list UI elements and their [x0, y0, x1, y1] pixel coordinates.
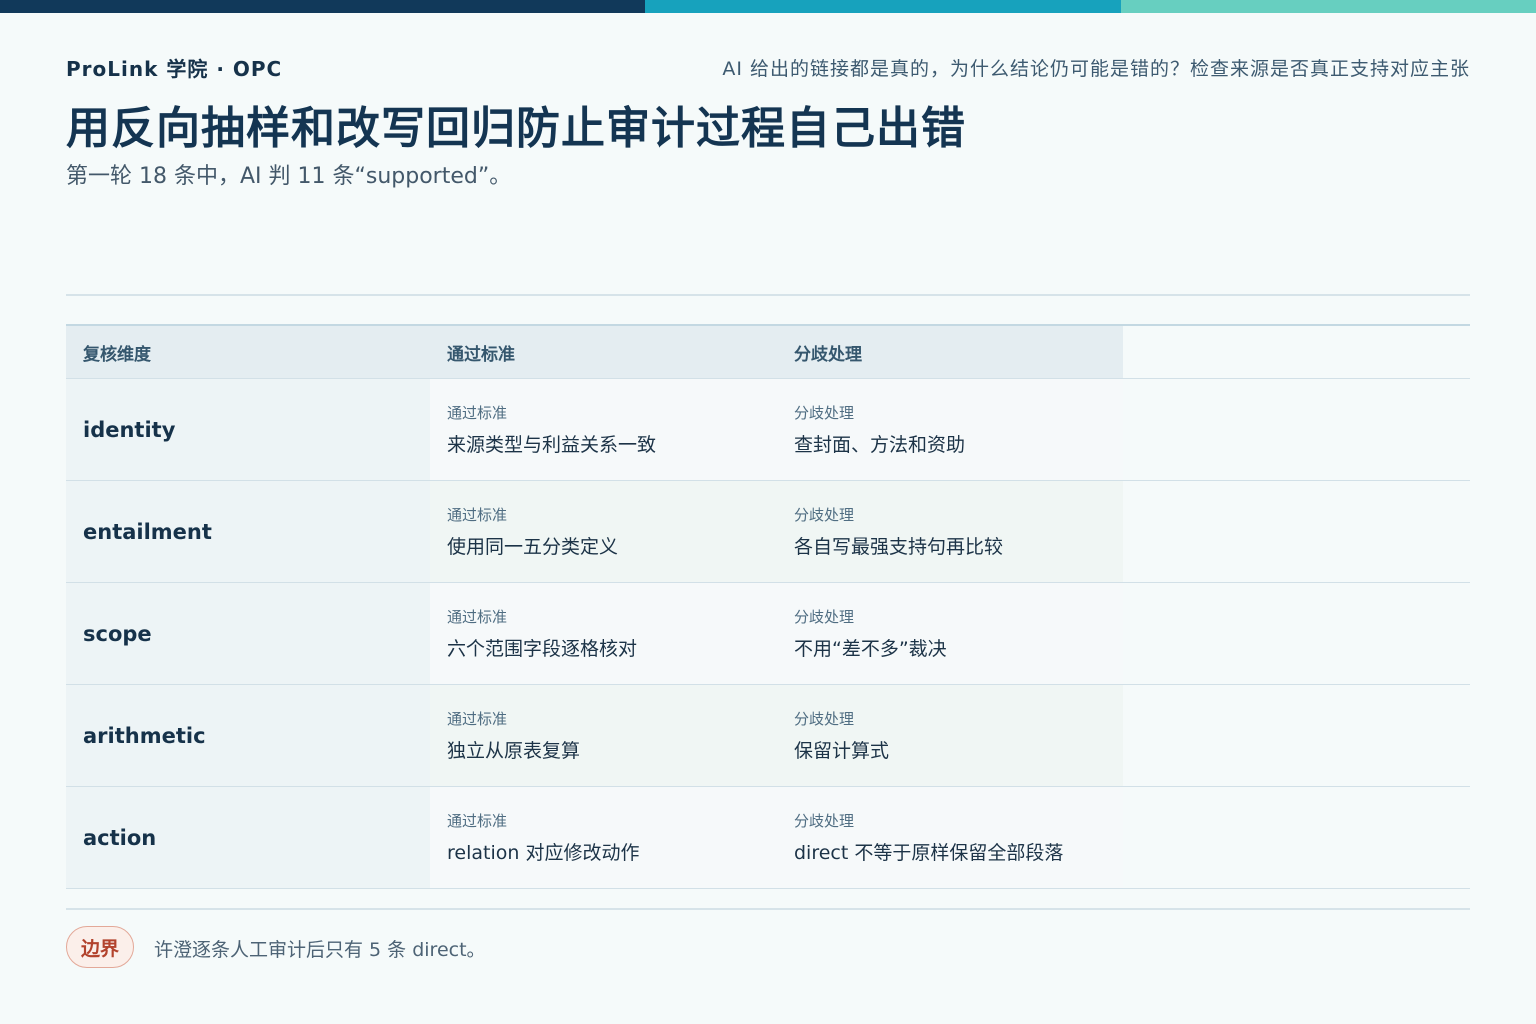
accent-segment-navy [0, 0, 645, 13]
column-header-pass: 通过标准 [430, 326, 777, 378]
dispute-value: 各自写最强支持句再比较 [794, 536, 1004, 558]
pass-value: 独立从原表复算 [447, 740, 581, 762]
divider-top [66, 294, 1470, 296]
empty-cell [1123, 379, 1470, 480]
table-row: arithmetic 通过标准 独立从原表复算 分歧处理 保留计算式 [66, 685, 1470, 787]
dispute-value: direct 不等于原样保留全部段落 [794, 842, 1064, 864]
table-row: entailment 通过标准 使用同一五分类定义 分歧处理 各自写最强支持句再… [66, 481, 1470, 583]
pass-caption: 通过标准 [447, 608, 508, 626]
pass-cell: 通过标准 使用同一五分类定义 [430, 481, 777, 582]
dispute-caption: 分歧处理 [794, 506, 855, 524]
pass-cell: 通过标准 独立从原表复算 [430, 685, 777, 786]
dispute-caption: 分歧处理 [794, 710, 855, 728]
dispute-cell: 分歧处理 各自写最强支持句再比较 [777, 481, 1123, 582]
pass-value: relation 对应修改动作 [447, 842, 640, 864]
column-header-dimension: 复核维度 [66, 326, 430, 378]
review-table: 复核维度 通过标准 分歧处理 identity 通过标准 来源类型与利益关系一致… [66, 324, 1470, 889]
dispute-caption: 分歧处理 [794, 608, 855, 626]
header-question: AI 给出的链接都是真的，为什么结论仍可能是错的？检查来源是否真正支持对应主张 [722, 58, 1470, 80]
dispute-caption: 分歧处理 [794, 812, 855, 830]
column-header-dispute: 分歧处理 [777, 326, 1123, 378]
pass-value: 使用同一五分类定义 [447, 536, 619, 558]
table-row: action 通过标准 relation 对应修改动作 分歧处理 direct … [66, 787, 1470, 889]
dispute-caption: 分歧处理 [794, 404, 855, 422]
pass-caption: 通过标准 [447, 812, 508, 830]
brand-label: ProLink 学院 · OPC [66, 57, 283, 81]
empty-cell [1123, 685, 1470, 786]
pass-value: 来源类型与利益关系一致 [447, 434, 657, 456]
empty-cell [1123, 583, 1470, 684]
dimension-cell: action [66, 787, 430, 888]
table-row: identity 通过标准 来源类型与利益关系一致 分歧处理 查封面、方法和资助 [66, 379, 1470, 481]
empty-cell [1123, 481, 1470, 582]
pass-caption: 通过标准 [447, 404, 508, 422]
dispute-cell: 分歧处理 不用“差不多”裁决 [777, 583, 1123, 684]
accent-segment-teal [645, 0, 1121, 13]
pass-value: 六个范围字段逐格核对 [447, 638, 638, 660]
top-accent-bar [0, 0, 1536, 13]
pass-cell: 通过标准 来源类型与利益关系一致 [430, 379, 777, 480]
pass-caption: 通过标准 [447, 506, 508, 524]
pass-cell: 通过标准 relation 对应修改动作 [430, 787, 777, 888]
dimension-cell: entailment [66, 481, 430, 582]
dispute-cell: 分歧处理 保留计算式 [777, 685, 1123, 786]
divider-bottom [66, 908, 1470, 910]
dispute-value: 不用“差不多”裁决 [794, 638, 947, 660]
accent-segment-mint [1121, 0, 1536, 13]
header-empty-cell [1123, 326, 1470, 378]
dimension-cell: arithmetic [66, 685, 430, 786]
pass-cell: 通过标准 六个范围字段逐格核对 [430, 583, 777, 684]
page-subtitle: 第一轮 18 条中，AI 判 11 条“supported”。 [66, 164, 512, 189]
dimension-cell: scope [66, 583, 430, 684]
boundary-badge: 边界 [66, 926, 134, 968]
page-title: 用反向抽样和改写回归防止审计过程自己出错 [66, 103, 966, 154]
table-row: scope 通过标准 六个范围字段逐格核对 分歧处理 不用“差不多”裁决 [66, 583, 1470, 685]
dispute-value: 保留计算式 [794, 740, 890, 762]
dispute-cell: 分歧处理 查封面、方法和资助 [777, 379, 1123, 480]
pass-caption: 通过标准 [447, 710, 508, 728]
table-header-row: 复核维度 通过标准 分歧处理 [66, 326, 1470, 379]
dimension-cell: identity [66, 379, 430, 480]
boundary-note: 许澄逐条人工审计后只有 5 条 direct。 [154, 939, 486, 961]
dispute-value: 查封面、方法和资助 [794, 434, 966, 456]
empty-cell [1123, 787, 1470, 888]
dispute-cell: 分歧处理 direct 不等于原样保留全部段落 [777, 787, 1123, 888]
